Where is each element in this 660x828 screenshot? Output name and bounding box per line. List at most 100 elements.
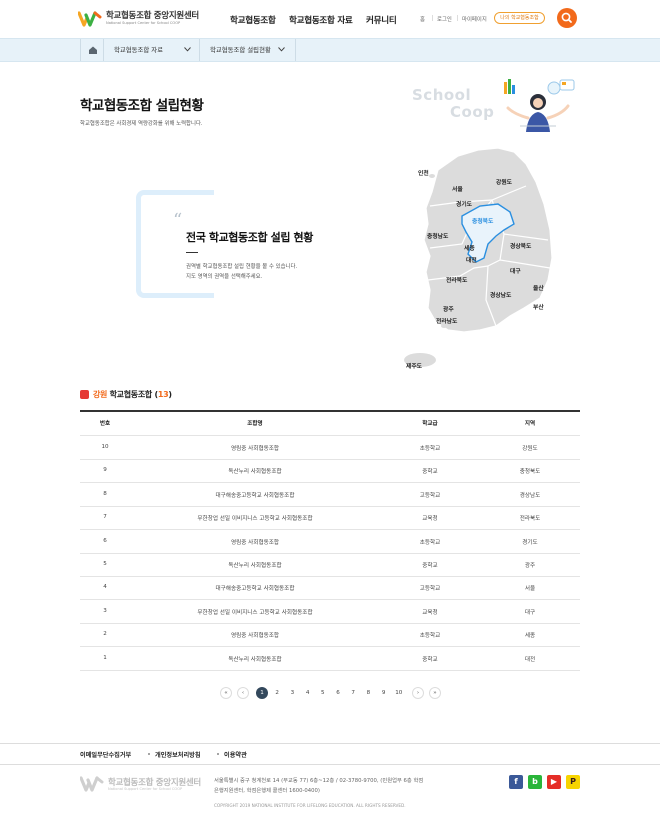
table-cell-no: 6	[103, 537, 107, 544]
footer-copyright: COPYRIGHT 2019 NATIONAL INSTITUTE FOR LI…	[214, 803, 406, 808]
pagination-first-button[interactable]: «	[220, 687, 232, 699]
table-cell-name[interactable]: 대구해송중고등학교 사회협동조합	[130, 491, 380, 499]
table-cell-name[interactable]: 독산누리 사회협동조합	[130, 655, 380, 663]
table-cell-name[interactable]: 영림중 사회협동조합	[130, 631, 380, 639]
table-cell-level: 초등학교	[419, 633, 441, 640]
kakao-icon[interactable]: P	[566, 775, 580, 789]
map-region-jeju[interactable]: 제주도	[406, 361, 422, 370]
table-row-divider	[80, 669, 580, 671]
pagination-page-8[interactable]: 8	[362, 687, 374, 699]
page-title: 학교협동조합 설립현황	[80, 98, 204, 114]
table-cell-level: 고등학교	[419, 492, 441, 499]
table-cell-name[interactable]: 독산누리 사회협동조합	[130, 467, 380, 475]
table-cell-no: 9	[103, 467, 107, 474]
map-region-seoul[interactable]: 서울	[452, 184, 463, 193]
table-cell-name[interactable]: 무한창업 선일 이비지니스 고등학교 사회협동조합	[130, 514, 380, 522]
map-region-gyeonggi[interactable]: 경기도	[456, 199, 472, 208]
pagination-page-2[interactable]: 2	[271, 687, 283, 699]
nav-item-school-coop[interactable]: 학교협동조합	[230, 14, 276, 26]
table-header-region: 지역	[524, 421, 536, 427]
footer-link-email-refusal[interactable]: 이메일무단수집거부	[80, 750, 131, 759]
chevron-down-icon	[278, 47, 285, 52]
map-region-chungnam[interactable]: 충청남도	[427, 231, 448, 240]
util-mypage-link[interactable]: 마이페이지	[462, 15, 487, 23]
pagination-page-3[interactable]: 3	[286, 687, 298, 699]
table-row-divider	[80, 552, 580, 554]
search-button[interactable]	[557, 8, 577, 28]
search-icon	[561, 12, 572, 23]
pagination-page-7[interactable]: 7	[347, 687, 359, 699]
table-cell-region: 대전	[524, 656, 536, 663]
section-region: 강원	[93, 390, 108, 399]
map-region-gangwon[interactable]: 강원도	[496, 177, 512, 186]
map-region-jeonbuk[interactable]: 전라북도	[446, 275, 467, 284]
breadcrumb-home-button[interactable]	[80, 39, 104, 61]
pagination-page-10[interactable]: 10	[393, 687, 405, 699]
section-title: 강원 학교협동조합 (13)	[93, 389, 172, 400]
util-login-link[interactable]: 로그인	[437, 15, 452, 23]
pagination-page-5[interactable]: 5	[317, 687, 329, 699]
map-region-incheon[interactable]: 인천	[418, 168, 429, 177]
my-school-coop-button[interactable]: 나의 학교협동조합	[494, 12, 545, 24]
page-subtitle: 학교협동조합은 사회경제 역량강화를 위해 노력합니다.	[80, 121, 203, 127]
pagination-page-4[interactable]: 4	[302, 687, 314, 699]
table-cell-name[interactable]: 무한창업 선일 이비지니스 고등학교 사회협동조합	[130, 608, 380, 616]
table-cell-region: 충청북도	[519, 469, 541, 476]
map-region-gyeongbuk[interactable]: 경상북도	[510, 241, 531, 250]
table-cell-no: 3	[103, 607, 107, 614]
map-region-chungbuk[interactable]: 충청북도	[472, 216, 493, 225]
table-cell-name[interactable]: 독산누리 사회협동조합	[130, 561, 380, 569]
pagination-page-1[interactable]: 1	[256, 687, 268, 699]
pagination-page-6[interactable]: 6	[332, 687, 344, 699]
nav-item-school-coop-data[interactable]: 학교협동조합 자료	[289, 14, 353, 26]
table-row-divider	[80, 646, 580, 648]
footer-link-privacy[interactable]: 개인정보처리방침	[155, 750, 201, 759]
table-row-divider	[80, 622, 580, 624]
pagination-page-9[interactable]: 9	[378, 687, 390, 699]
table-cell-name[interactable]: 대구해송중고등학교 사회협동조합	[130, 584, 380, 592]
util-divider	[432, 15, 433, 21]
table-cell-region: 경상남도	[519, 492, 541, 499]
table-row-divider	[80, 435, 580, 436]
youtube-icon[interactable]: ▶	[547, 775, 561, 789]
breadcrumb: 학교협동조합 자료 학교협동조합 설립현황	[0, 38, 660, 62]
map-region-ulsan[interactable]: 울산	[533, 283, 544, 292]
map-region-jeonnam[interactable]: 전라남도	[436, 316, 457, 325]
table-cell-no: 5	[103, 561, 107, 567]
chevron-down-icon	[184, 47, 191, 52]
footer-links: 이메일무단수집거부 개인정보처리방침 이용약관	[0, 743, 660, 765]
band-icon[interactable]: b	[528, 775, 542, 789]
map-region-gwangju[interactable]: 광주	[443, 304, 454, 313]
site-logo[interactable]: 학교협동조합 중앙지원센터 National Support Center fo…	[77, 11, 199, 27]
section-paren: )	[168, 390, 172, 399]
header-illustration	[498, 78, 582, 132]
footer-link-terms[interactable]: 이용약관	[224, 750, 247, 759]
breadcrumb-label: 학교협동조합 설립현황	[210, 46, 271, 54]
section-label: 학교협동조합	[109, 390, 153, 399]
map-region-gyeongnam[interactable]: 경상남도	[490, 290, 511, 299]
table-cell-name[interactable]: 영림중 사회협동조합	[130, 444, 380, 452]
table-cell-name[interactable]: 영림중 사회협동조합	[130, 538, 380, 546]
pagination-prev-button[interactable]: ‹	[237, 687, 249, 699]
table-cell-region: 경기도	[522, 539, 538, 546]
table-cell-region: 광주	[524, 563, 536, 569]
breadcrumb-label: 학교협동조합 자료	[114, 46, 164, 54]
breadcrumb-item-data[interactable]: 학교협동조합 자료	[104, 39, 200, 61]
table-cell-level: 고등학교	[419, 586, 441, 593]
util-home-link[interactable]: 홈	[420, 15, 425, 23]
map-region-daejeon[interactable]: 대전	[466, 255, 477, 264]
korea-region-map: 인천 서울 강원도 경기도 충청북도 충청남도 세종 대전 경상북도 대구 전라…	[400, 140, 570, 380]
pagination-next-button[interactable]: ›	[412, 687, 424, 699]
footer-logo-mark-icon	[79, 776, 104, 796]
breadcrumb-item-status[interactable]: 학교협동조합 설립현황	[200, 39, 296, 61]
map-region-sejong[interactable]: 세종	[464, 243, 475, 252]
facebook-icon[interactable]: f	[509, 775, 523, 789]
nav-item-community[interactable]: 커뮤니티	[366, 14, 397, 26]
map-region-busan[interactable]: 부산	[533, 302, 544, 311]
pagination-last-button[interactable]: »	[429, 687, 441, 699]
table-header-no: 번호	[99, 421, 111, 427]
table-header-level: 학교급	[422, 421, 438, 427]
logo-subtitle: National Support Center for School COOP	[106, 20, 181, 25]
footer-divider	[217, 753, 219, 755]
map-region-daegu[interactable]: 대구	[510, 266, 521, 275]
